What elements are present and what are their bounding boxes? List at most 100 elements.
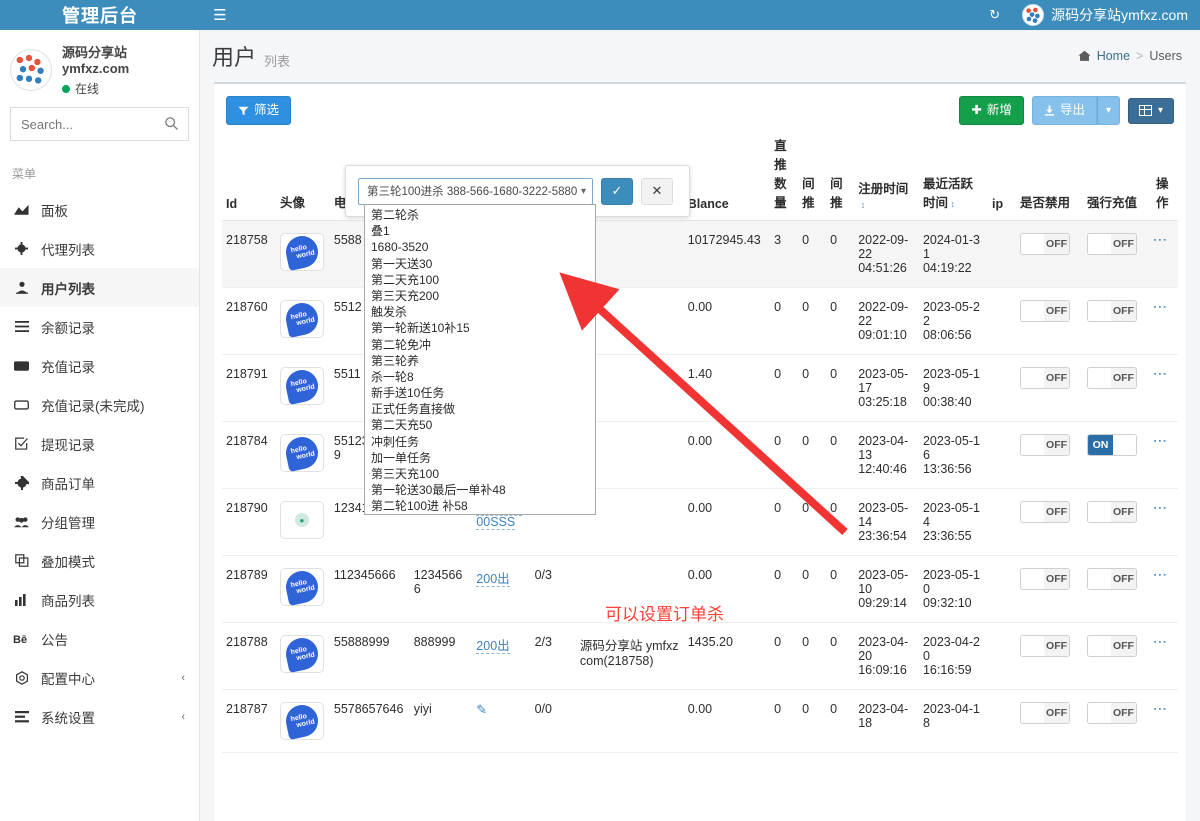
sort-icon[interactable]: ↕ [858,201,865,210]
cell-action[interactable]: ⋮ [1152,489,1178,556]
add-button[interactable]: ✚ 新增 [959,96,1024,125]
sort-icon[interactable]: ↕ [948,200,955,209]
search-input[interactable] [11,108,188,140]
brand-logo[interactable]: 管理后台 [0,0,200,30]
dropdown-option[interactable]: 杀一轮8 [365,369,596,385]
cell-action[interactable]: ⋮ [1152,422,1178,489]
sidebar-item-7[interactable]: 提现记录 [0,424,199,463]
ban-toggle[interactable]: OFF [1020,501,1070,523]
cell-balance[interactable]: 0.00 [684,422,770,489]
confirm-button[interactable]: ✓ [601,178,633,205]
sidebar-item-13[interactable]: 配置中心‹ [0,658,199,697]
dropdown-option[interactable]: 叠1 [365,223,596,239]
force-recharge-toggle[interactable]: OFF [1087,300,1137,322]
sidebar-item-3[interactable]: 用户列表 [0,268,199,307]
sidebar-user-panel[interactable]: 源码分享站ymfxz.com 在线 [0,30,199,107]
more-vertical-icon[interactable]: ⋮ [1156,635,1164,650]
search-box[interactable] [10,107,189,141]
more-vertical-icon[interactable]: ⋮ [1156,233,1164,248]
edit-pencil-icon[interactable]: ✎ [476,702,487,717]
dropdown-option[interactable]: 第一天送30 [365,256,596,272]
export-dropdown-toggle[interactable]: ▾ [1097,96,1120,125]
more-vertical-icon[interactable]: ⋮ [1156,568,1164,583]
cell-action[interactable]: ⋮ [1152,690,1178,753]
sidebar-item-12[interactable]: Bē公告 [0,619,199,658]
dropdown-option[interactable]: 第二天充50 [365,417,596,433]
sidebar-item-8[interactable]: 商品订单 [0,463,199,502]
more-vertical-icon[interactable]: ⋮ [1156,367,1164,382]
export-button[interactable]: 导出 [1032,96,1097,125]
force-recharge-toggle[interactable]: OFF [1087,501,1137,523]
filter-button[interactable]: 筛选 [226,96,291,125]
breadcrumb-home[interactable]: Home [1097,49,1130,63]
cell-action[interactable]: ⋮ [1152,355,1178,422]
force-recharge-toggle[interactable]: OFF [1087,568,1137,590]
ban-toggle[interactable]: OFF [1020,233,1070,255]
dropdown-option[interactable]: 触发杀 [365,304,596,320]
column-header-13[interactable]: 最近活跃时间 ↕ [919,131,988,221]
dropdown-option[interactable]: 第一轮送30最后一单补48 [365,482,596,498]
ban-toggle[interactable]: OFF [1020,367,1070,389]
cell-action[interactable]: ⋮ [1152,221,1178,288]
switch-knob [1021,569,1044,589]
dropdown-option[interactable]: 加一单任务 [365,450,596,466]
cell-balance[interactable]: 0.00 [684,489,770,556]
ban-toggle[interactable]: OFF [1020,568,1070,590]
dropdown-option[interactable]: 1680-3520 [365,239,596,255]
cell-parent[interactable] [576,690,684,753]
ban-toggle[interactable]: OFF [1020,434,1070,456]
cell-parent[interactable]: 源码分享站 ymfxzcom(218758) [576,623,684,690]
dropdown-option[interactable]: 第二轮免冲 [365,337,596,353]
dropdown-option[interactable]: 正式任务直接做 [365,401,596,417]
sidebar-item-2[interactable]: 代理列表 [0,229,199,268]
cell-balance[interactable]: 10172945.43 [684,221,770,288]
dropdown-option[interactable]: 第三天充200 [365,288,596,304]
refresh-icon[interactable]: ↻ [975,0,1014,30]
sidebar-item-6[interactable]: 充值记录(未完成) [0,385,199,424]
force-recharge-toggle[interactable]: OFF [1087,635,1137,657]
cell-action[interactable]: ⋮ [1152,556,1178,623]
dropdown-option[interactable]: 第一轮新送10补15 [365,320,596,336]
dropdown-option[interactable]: 新手送10任务 [365,385,596,401]
more-vertical-icon[interactable]: ⋮ [1156,434,1164,449]
dropdown-option[interactable]: 冲刺任务 [365,434,596,450]
cell-indirect1: 0 [798,489,826,556]
sidebar-item-5[interactable]: 充值记录 [0,346,199,385]
sidebar-item-1[interactable]: 面板 [0,190,199,229]
cancel-button[interactable]: ✕ [641,178,673,205]
cell-balance[interactable]: 1.40 [684,355,770,422]
ban-toggle[interactable]: OFF [1020,635,1070,657]
more-vertical-icon[interactable]: ⋮ [1156,702,1164,717]
force-recharge-toggle[interactable]: OFF [1087,367,1137,389]
force-recharge-toggle[interactable]: OFF [1087,233,1137,255]
cell-balance[interactable]: 1435.20 [684,623,770,690]
hamburger-icon[interactable]: ☰ [200,0,240,30]
cell-balance[interactable]: 0.00 [684,288,770,355]
column-header-12[interactable]: 注册时间 ↕ [854,131,919,221]
dropdown-option[interactable]: 第三轮养 [365,353,596,369]
dropdown-option[interactable]: 第三天充100 [365,466,596,482]
sidebar-item-11[interactable]: 商品列表 [0,580,199,619]
task-link[interactable]: 200出 [476,572,509,587]
task-link[interactable]: 200出 [476,639,509,654]
task-select[interactable]: 第三轮100进杀 388-566-1680-3222-5880 ▾ [358,178,593,205]
more-vertical-icon[interactable]: ⋮ [1156,501,1164,516]
sidebar-item-4[interactable]: 余额记录 [0,307,199,346]
more-vertical-icon[interactable]: ⋮ [1156,300,1164,315]
force-recharge-toggle[interactable]: ON [1087,434,1137,456]
dropdown-option[interactable]: 第二轮100进 补58 [365,498,596,514]
cell-balance[interactable]: 0.00 [684,690,770,753]
sidebar-item-9[interactable]: 分组管理 [0,502,199,541]
sidebar-item-10[interactable]: 叠加模式 [0,541,199,580]
user-menu[interactable]: 源码分享站ymfxz.com [1014,0,1200,30]
sidebar-item-label: 分组管理 [41,512,95,532]
ban-toggle[interactable]: OFF [1020,300,1070,322]
force-recharge-toggle[interactable]: OFF [1087,702,1137,724]
dropdown-option[interactable]: 第二天充100 [365,272,596,288]
cell-action[interactable]: ⋮ [1152,288,1178,355]
ban-toggle[interactable]: OFF [1020,702,1070,724]
columns-button[interactable]: ▾ [1128,98,1174,124]
cell-action[interactable]: ⋮ [1152,623,1178,690]
sidebar-item-14[interactable]: 系统设置‹ [0,697,199,736]
dropdown-option[interactable]: 第二轮杀 [365,207,596,223]
